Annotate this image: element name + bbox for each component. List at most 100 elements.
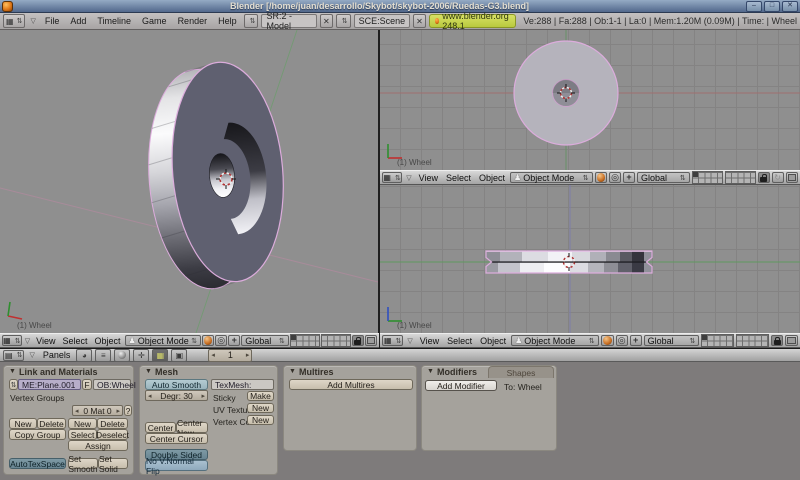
assign-button[interactable]: Assign <box>68 440 128 451</box>
transform-orientation-dropdown[interactable]: Global⇅ <box>637 172 690 183</box>
logic-context-button[interactable]: ◕ <box>76 349 92 362</box>
vgroup-delete-button[interactable]: Delete <box>37 418 66 429</box>
object-name-field[interactable]: OB:Wheel <box>93 379 131 390</box>
viewport-shading-button[interactable] <box>601 335 614 346</box>
mesh-name-field[interactable]: ME:Plane.001 <box>18 379 81 390</box>
panel-title[interactable]: Mesh <box>155 367 178 377</box>
editing-context-button[interactable]: ▦ <box>152 349 168 362</box>
version-badge[interactable]: www.blender.org 248.1 <box>429 14 517 28</box>
transform-orientation-dropdown[interactable]: Global⇅ <box>241 335 289 346</box>
editor-type-button[interactable]: ▦ ⇅ <box>3 14 25 28</box>
spinner-left-icon[interactable]: ◂ <box>146 392 154 400</box>
maximize-button[interactable]: □ <box>764 1 780 12</box>
wheel-object[interactable] <box>139 58 292 294</box>
auto-smooth-button[interactable]: Auto Smooth <box>145 379 208 390</box>
editor-type-button[interactable]: ▦⇅ <box>382 335 403 346</box>
view-menu[interactable]: View <box>416 173 441 183</box>
set-solid-button[interactable]: Set Solid <box>98 458 128 469</box>
select-button[interactable]: Select <box>68 429 97 440</box>
scene-delete-button[interactable]: ✕ <box>413 14 426 28</box>
uv-texture-new-button[interactable]: New <box>247 403 274 413</box>
center-button[interactable]: Center <box>145 422 176 433</box>
header-collapse-icon[interactable]: ▽ <box>23 337 32 345</box>
vgroup-new-button[interactable]: New <box>9 418 37 429</box>
render-border-button[interactable] <box>785 335 798 346</box>
render-border-button[interactable] <box>365 335 377 346</box>
layer-grid-1[interactable] <box>701 334 734 347</box>
panels-menu[interactable]: Panels <box>40 350 74 360</box>
mesh-browse-button[interactable]: ⇅ <box>9 379 18 390</box>
transform-orientation-dropdown[interactable]: Global⇅ <box>644 335 700 346</box>
viewport-left[interactable]: (1) Wheel <box>0 30 378 333</box>
editor-type-button[interactable]: ▤⇅ <box>3 350 24 361</box>
menu-timeline[interactable]: Timeline <box>93 16 135 26</box>
titlebar[interactable]: Blender [/home/juan/desarrollo/Skybot/sk… <box>0 0 800 13</box>
menu-help[interactable]: Help <box>214 16 241 26</box>
minimize-button[interactable]: – <box>746 1 762 12</box>
select-menu[interactable]: Select <box>59 336 90 346</box>
manipulator-button[interactable]: + <box>228 335 240 346</box>
panel-title[interactable]: Link and Materials <box>19 367 98 377</box>
object-menu[interactable]: Object <box>477 336 509 346</box>
active-layer-cell[interactable] <box>291 335 296 340</box>
screen-browse-button[interactable]: ⇅ <box>244 14 259 28</box>
menu-render[interactable]: Render <box>174 16 212 26</box>
select-menu[interactable]: Select <box>444 336 475 346</box>
material-spinner[interactable]: ◂ 0 Mat 0 ▸ <box>72 405 123 416</box>
deselect-button[interactable]: Deselect <box>97 429 128 440</box>
degr-spinner[interactable]: ◂ Degr: 30 ▸ <box>145 390 208 401</box>
render-border-button[interactable] <box>786 172 798 183</box>
texmesh-field[interactable]: TexMesh: <box>211 379 274 390</box>
sticky-make-button[interactable]: Make <box>247 391 274 401</box>
copy-group-button[interactable]: Copy Group <box>9 429 66 440</box>
scene-context-button[interactable]: ▣ <box>171 349 187 362</box>
context-spinner[interactable]: ◂ 1 ▸ <box>208 349 252 362</box>
editor-type-button[interactable]: ▦⇅ <box>2 335 22 346</box>
autotexspace-button[interactable]: AutoTexSpace <box>9 458 66 469</box>
active-layer-cell[interactable] <box>693 172 698 177</box>
lock-layers-button[interactable] <box>758 172 770 183</box>
scene-browse-button[interactable]: ⇅ <box>336 14 351 28</box>
select-menu[interactable]: Select <box>443 173 474 183</box>
spinner-left-icon[interactable]: ◂ <box>209 351 217 359</box>
pivot-button[interactable]: ◎ <box>215 335 227 346</box>
panel-collapse-icon[interactable]: ▼ <box>145 368 152 375</box>
vertex-color-new-button[interactable]: New <box>247 415 274 425</box>
menu-file[interactable]: File <box>41 16 64 26</box>
object-menu[interactable]: Object <box>476 173 508 183</box>
material-new-button[interactable]: New <box>68 418 97 429</box>
spinner-left-icon[interactable]: ◂ <box>73 407 81 415</box>
pivot-button[interactable]: ◎ <box>616 335 628 346</box>
object-context-button[interactable]: ✛ <box>133 349 149 362</box>
spinner-right-icon[interactable]: ▸ <box>244 351 252 359</box>
object-menu[interactable]: Object <box>92 336 124 346</box>
active-layer-cell[interactable] <box>702 335 707 340</box>
screen-delete-button[interactable]: ✕ <box>320 14 333 28</box>
header-collapse-icon[interactable]: ▽ <box>405 337 414 345</box>
panel-collapse-icon[interactable]: ▼ <box>289 368 296 375</box>
script-context-button[interactable]: ≡ <box>95 349 111 362</box>
pivot-button[interactable]: ◎ <box>609 172 621 183</box>
panel-title[interactable]: Modifiers <box>437 367 477 377</box>
layer-grid-1[interactable] <box>692 171 723 184</box>
layer-grid-2[interactable] <box>321 334 351 347</box>
mode-dropdown[interactable]: ♟Object Mode⇅ <box>511 335 599 346</box>
center-cursor-button[interactable]: Center Cursor <box>145 433 208 444</box>
lock-layers-button[interactable] <box>352 335 364 346</box>
fake-user-button[interactable]: F <box>82 379 92 390</box>
center-new-button[interactable]: Center New <box>176 422 208 433</box>
viewport-shading-button[interactable] <box>202 335 214 346</box>
manipulator-button[interactable]: + <box>623 172 635 183</box>
material-help-button[interactable]: ? <box>124 405 132 416</box>
shapes-tab[interactable]: Shapes <box>488 366 554 378</box>
view-menu[interactable]: View <box>417 336 442 346</box>
view-menu[interactable]: View <box>33 336 58 346</box>
material-delete-button[interactable]: Delete <box>97 418 128 429</box>
lock-layers-button[interactable] <box>771 335 783 346</box>
panel-title[interactable]: Multires <box>299 367 334 377</box>
viewport-top-right[interactable]: (1) Wheel <box>380 30 800 170</box>
mode-dropdown[interactable]: ♟Object Mode⇅ <box>510 172 593 183</box>
layer-grid-1[interactable] <box>290 334 320 347</box>
menu-game[interactable]: Game <box>138 16 171 26</box>
layer-grid-2[interactable] <box>725 171 756 184</box>
